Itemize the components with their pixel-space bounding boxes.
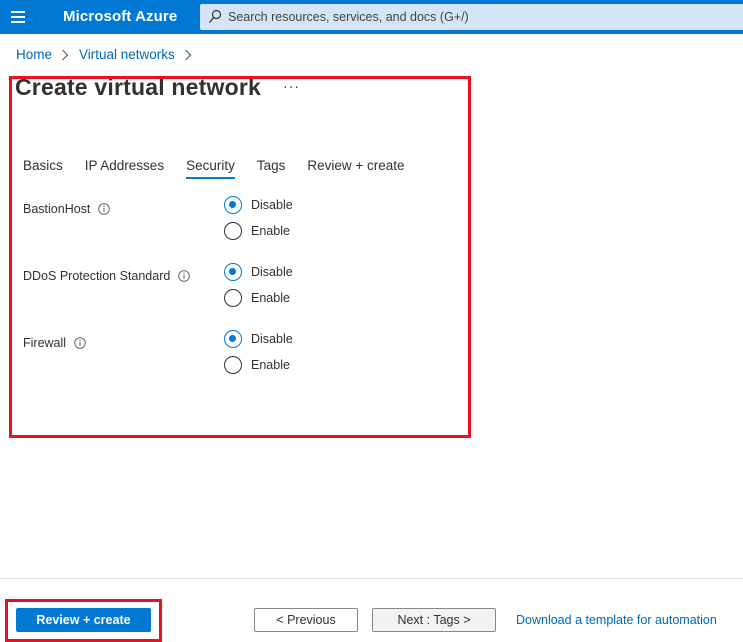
firewall-disable-label: Disable (251, 332, 293, 346)
chevron-right-icon (184, 49, 192, 60)
review-create-button[interactable]: Review + create (16, 608, 151, 632)
radio-checked-icon[interactable] (224, 196, 242, 214)
brand-title[interactable]: Microsoft Azure (63, 8, 177, 25)
hamburger-icon[interactable] (11, 11, 25, 23)
search-icon (209, 9, 222, 23)
radio-checked-icon[interactable] (224, 330, 242, 348)
info-icon[interactable] (178, 270, 191, 282)
search-box[interactable] (200, 4, 743, 30)
search-input[interactable] (228, 6, 728, 28)
ddos-disable-radio[interactable]: Disable (224, 263, 293, 281)
tab-security[interactable]: Security (186, 158, 235, 179)
tab-basics[interactable]: Basics (23, 158, 63, 179)
bastionhost-disable-radio[interactable]: Disable (224, 196, 293, 214)
breadcrumb-home[interactable]: Home (16, 47, 52, 62)
previous-button[interactable]: < Previous (254, 608, 358, 632)
ddos-disable-label: Disable (251, 265, 293, 279)
ddos-enable-radio[interactable]: Enable (224, 289, 290, 307)
more-options-button[interactable]: ··· (283, 78, 300, 94)
highlight-box-form (9, 76, 471, 438)
bastionhost-enable-radio[interactable]: Enable (224, 222, 290, 240)
download-template-link[interactable]: Download a template for automation (516, 613, 717, 627)
firewall-label-text: Firewall (23, 336, 67, 350)
tab-tags[interactable]: Tags (257, 158, 286, 179)
bastionhost-label-text: BastionHost (23, 202, 91, 216)
ddos-enable-label: Enable (251, 291, 290, 305)
firewall-enable-radio[interactable]: Enable (224, 356, 290, 374)
footer-divider (0, 578, 743, 579)
page-title: Create virtual network (15, 74, 261, 100)
radio-unchecked-icon[interactable] (224, 289, 242, 307)
ddos-label-text: DDoS Protection Standard (23, 269, 171, 283)
firewall-enable-label: Enable (251, 358, 290, 372)
bastionhost-label: BastionHost (23, 202, 111, 216)
tab-review-create[interactable]: Review + create (307, 158, 404, 179)
chevron-right-icon (62, 49, 69, 60)
bastionhost-disable-label: Disable (251, 198, 293, 212)
info-icon[interactable] (98, 203, 111, 215)
info-icon[interactable] (74, 337, 86, 349)
bastionhost-enable-label: Enable (251, 224, 290, 238)
firewall-label: Firewall (23, 336, 86, 350)
radio-checked-icon[interactable] (224, 263, 242, 281)
next-tags-button[interactable]: Next : Tags > (372, 608, 496, 632)
top-bar: Microsoft Azure (0, 0, 743, 34)
breadcrumb-virtual-networks[interactable]: Virtual networks (79, 47, 175, 62)
radio-unchecked-icon[interactable] (224, 356, 242, 374)
tab-ip-addresses[interactable]: IP Addresses (85, 158, 164, 179)
breadcrumb: Home Virtual networks (16, 47, 202, 62)
ddos-label: DDoS Protection Standard (23, 269, 191, 283)
tab-bar: Basics IP Addresses Security Tags Review… (23, 158, 427, 179)
firewall-disable-radio[interactable]: Disable (224, 330, 293, 348)
radio-unchecked-icon[interactable] (224, 222, 242, 240)
